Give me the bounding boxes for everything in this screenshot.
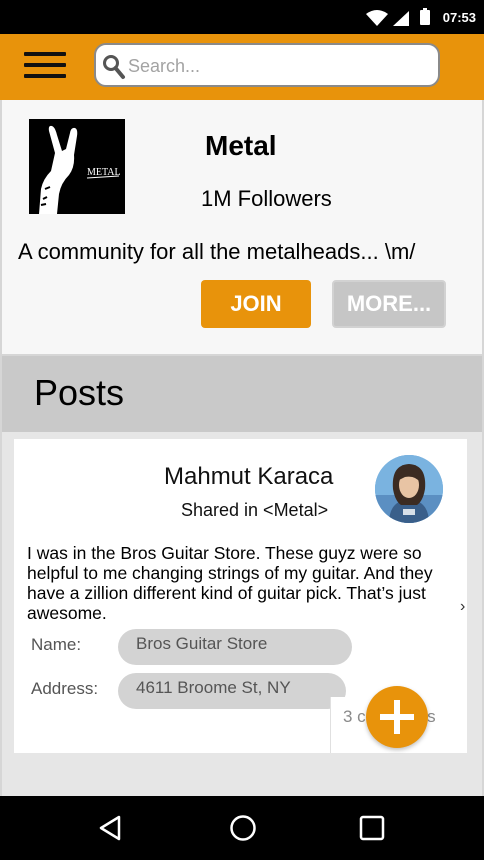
more-button[interactable]: MORE... [332, 280, 446, 328]
status-bar: 07:53 [0, 0, 484, 34]
stray-mark: › [460, 598, 466, 615]
recent-apps-icon[interactable] [359, 814, 385, 842]
post-shared-in: Shared in <Metal> [181, 500, 329, 520]
address-label: Address: [31, 679, 99, 698]
followers-count: 1M Followers [201, 186, 332, 211]
home-icon[interactable] [229, 814, 257, 842]
name-value: Bros Guitar Store [118, 629, 352, 665]
community-image: METAL [29, 119, 125, 214]
search-input[interactable] [128, 53, 428, 79]
community-description: A community for all the metalheads... \m… [18, 239, 416, 264]
author-avatar[interactable] [375, 455, 443, 523]
battery-icon [420, 8, 430, 25]
add-post-button[interactable] [366, 686, 428, 748]
search-icon [103, 55, 125, 79]
search-box[interactable] [94, 43, 440, 87]
status-time: 07:53 [442, 10, 476, 25]
address-value: 4611 Broome St, NY [118, 673, 346, 709]
back-icon[interactable] [97, 814, 123, 842]
post-author[interactable]: Mahmut Karaca [164, 463, 333, 491]
app-bar [0, 34, 484, 100]
signal-icon [393, 11, 409, 26]
wifi-icon [366, 10, 388, 26]
join-button[interactable]: JOIN [201, 280, 311, 328]
name-label: Name: [31, 635, 82, 654]
community-title: Metal [205, 130, 277, 161]
community-header: METAL Metal 1M Followers A community for… [2, 100, 482, 354]
navigation-bar [0, 796, 484, 860]
post-body: I was in the Bros Guitar Store. These gu… [27, 543, 433, 623]
posts-section-header: Posts [2, 356, 482, 432]
posts-heading: Posts [34, 372, 125, 413]
menu-icon[interactable] [24, 48, 66, 82]
